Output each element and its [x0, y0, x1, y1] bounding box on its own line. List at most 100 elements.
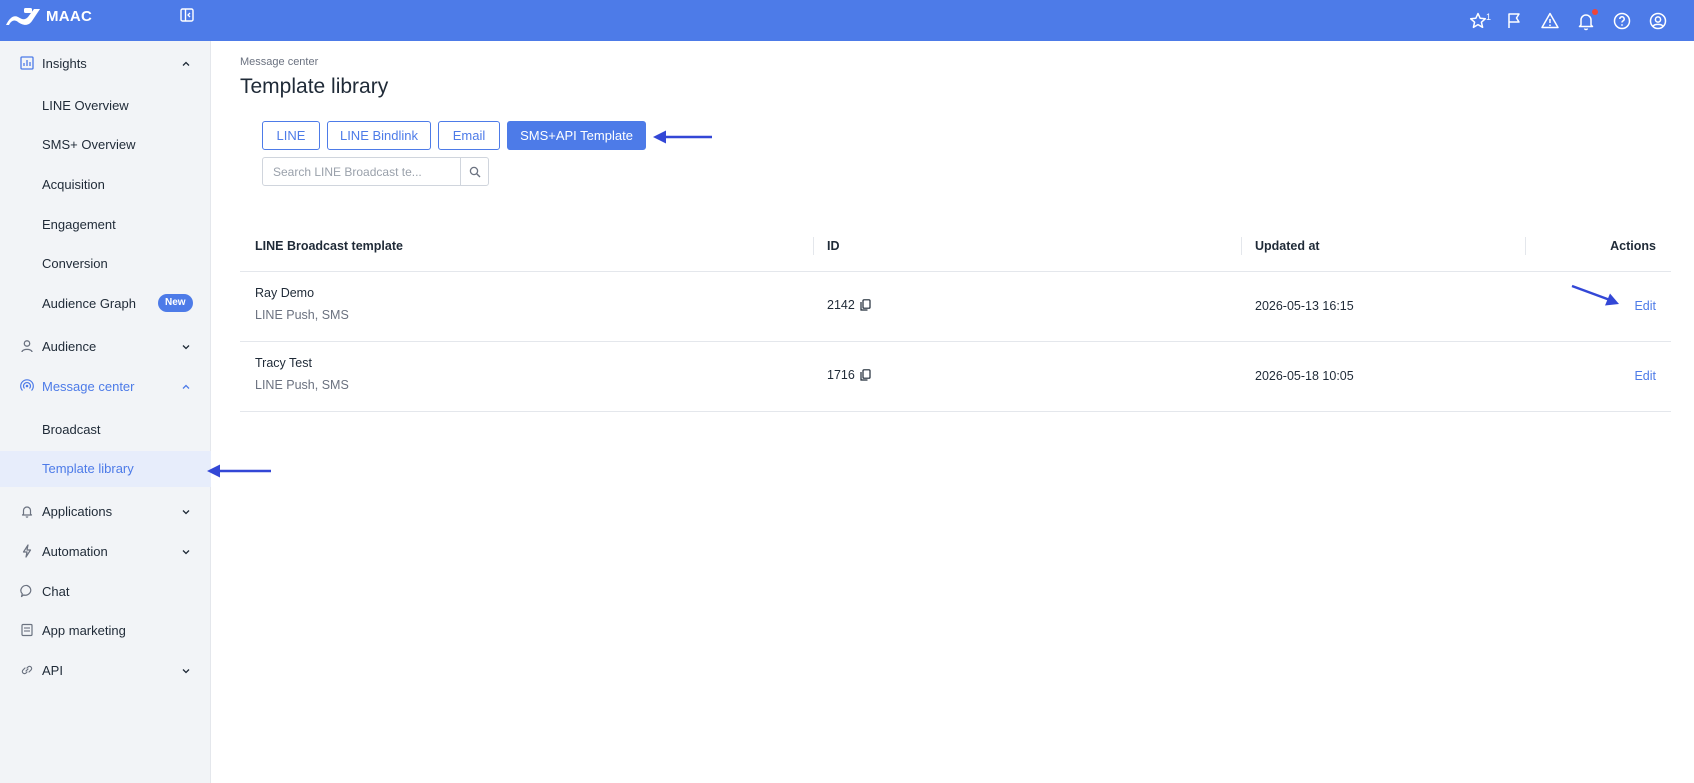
maac-logo-icon	[6, 8, 40, 25]
sidebar-item-template-library[interactable]: Template library	[0, 451, 211, 487]
search-input[interactable]	[263, 158, 461, 185]
chevron-up-icon	[182, 384, 190, 389]
column-divider	[1525, 237, 1526, 255]
notification-dot	[1592, 8, 1598, 15]
copy-icon[interactable]	[860, 299, 871, 311]
column-header-id: ID	[827, 239, 840, 253]
updated-at: 2026-05-13 16:15	[1255, 299, 1354, 313]
sidebar-item-conversion[interactable]: Conversion	[0, 246, 211, 282]
template-name: Tracy Test	[255, 356, 312, 370]
sidebar-collapse-icon[interactable]	[180, 8, 194, 22]
sidebar-item-sms-overview[interactable]: SMS+ Overview	[0, 127, 211, 163]
chevron-down-icon	[182, 510, 190, 515]
sidebar-item-app-marketing[interactable]: App marketing	[0, 613, 211, 649]
sidebar-group-label: Message center	[42, 379, 135, 394]
person-icon	[21, 340, 33, 353]
flag-icon[interactable]	[1504, 11, 1524, 31]
sidebar-item-acquisition[interactable]: Acquisition	[0, 167, 211, 203]
annotation-arrow-icon	[207, 464, 271, 478]
sidebar-group-applications[interactable]: Applications	[0, 494, 211, 530]
sidebar-item-chat[interactable]: Chat	[0, 574, 211, 610]
new-badge: New	[158, 294, 193, 312]
column-divider	[813, 237, 814, 255]
sidebar-item-line-overview[interactable]: LINE Overview	[0, 88, 211, 124]
search-button[interactable]	[460, 158, 488, 185]
warning-icon[interactable]	[1540, 11, 1560, 31]
chevron-down-icon	[182, 669, 190, 674]
user-icon[interactable]	[1648, 11, 1668, 31]
annotation-arrow-icon	[653, 130, 712, 144]
tab-line[interactable]: LINE	[262, 121, 320, 150]
chevron-up-icon	[182, 61, 190, 66]
app-name: MAAC	[46, 8, 93, 25]
template-channels: LINE Push, SMS	[255, 378, 349, 392]
sidebar-item-label: LINE Overview	[42, 98, 129, 113]
tab-sms-api-template[interactable]: SMS+API Template	[507, 121, 646, 150]
edit-link[interactable]: Edit	[1634, 369, 1656, 383]
template-channels: LINE Push, SMS	[255, 308, 349, 322]
column-header-actions: Actions	[1610, 239, 1656, 253]
page-title: Template library	[240, 75, 389, 98]
sidebar-group-automation[interactable]: Automation	[0, 534, 211, 570]
breadcrumb[interactable]: Message center	[240, 56, 318, 68]
sidebar-group-label: Chat	[42, 584, 70, 599]
table-row: Tracy Test LINE Push, SMS 1716 2026-05-1…	[240, 342, 1671, 412]
star-icon[interactable]: 1	[1468, 11, 1492, 31]
tab-email[interactable]: Email	[438, 121, 500, 150]
sidebar: Insights LINE Overview SMS+ Overview Acq…	[0, 41, 211, 783]
sidebar-group-api[interactable]: API	[0, 653, 211, 689]
copy-icon[interactable]	[860, 369, 871, 381]
link-icon	[21, 665, 33, 675]
bell-icon[interactable]	[1576, 8, 1598, 31]
sidebar-item-label: Engagement	[42, 217, 116, 232]
sidebar-group-label: Applications	[42, 504, 113, 519]
sidebar-item-label: SMS+ Overview	[42, 137, 136, 152]
search-icon	[469, 166, 481, 177]
sidebar-group-label: Insights	[42, 56, 87, 71]
sidebar-item-broadcast[interactable]: Broadcast	[0, 412, 211, 448]
template-id: 2142	[827, 298, 855, 312]
sidebar-item-label: Audience Graph	[42, 296, 136, 311]
sidebar-group-insights[interactable]: Insights	[0, 46, 211, 82]
table-header: LINE Broadcast template ID Updated at Ac…	[240, 227, 1671, 272]
header-actions: 1	[1468, 0, 1668, 41]
sidebar-group-label: App marketing	[42, 623, 126, 638]
top-bar: MAAC 1	[0, 0, 1694, 41]
sidebar-group-message-center[interactable]: Message center	[0, 369, 211, 405]
template-name: Ray Demo	[255, 286, 315, 300]
sidebar-item-label: Acquisition	[42, 177, 105, 192]
sidebar-item-engagement[interactable]: Engagement	[0, 207, 211, 243]
search-box	[262, 157, 489, 186]
chat-bubble-icon	[20, 584, 32, 598]
help-icon[interactable]	[1612, 11, 1632, 31]
chevron-down-icon	[182, 345, 190, 350]
template-table: LINE Broadcast template ID Updated at Ac…	[240, 227, 1671, 412]
chevron-down-icon	[182, 550, 190, 555]
sidebar-item-label: Template library	[42, 461, 134, 476]
sidebar-item-label: Broadcast	[42, 422, 101, 437]
chart-icon	[20, 56, 34, 70]
brand[interactable]: MAAC	[0, 0, 211, 41]
column-divider	[1241, 237, 1242, 255]
updated-at: 2026-05-18 10:05	[1255, 369, 1354, 383]
app-icon	[21, 623, 33, 637]
edit-link[interactable]: Edit	[1634, 299, 1656, 313]
bell-icon	[21, 506, 33, 518]
tab-line-bindlink[interactable]: LINE Bindlink	[327, 121, 431, 150]
sidebar-group-label: Audience	[42, 339, 97, 354]
sidebar-group-label: Automation	[42, 544, 108, 559]
template-id: 1716	[827, 368, 855, 382]
favorites-count: 1	[1486, 11, 1492, 22]
annotation-arrow-icon	[1571, 284, 1619, 306]
column-header-template: LINE Broadcast template	[255, 239, 403, 253]
broadcast-icon	[20, 379, 34, 391]
lightning-icon	[22, 544, 32, 558]
sidebar-item-label: Conversion	[42, 256, 108, 271]
column-header-updated: Updated at	[1255, 239, 1320, 253]
template-id-cell: 1716	[827, 368, 871, 382]
sidebar-group-audience[interactable]: Audience	[0, 329, 211, 365]
sidebar-item-audience-graph[interactable]: Audience Graph New	[0, 286, 211, 322]
template-id-cell: 2142	[827, 298, 871, 312]
sidebar-group-label: API	[42, 663, 63, 678]
table-row: Ray Demo LINE Push, SMS 2142 2026-05-13 …	[240, 272, 1671, 342]
